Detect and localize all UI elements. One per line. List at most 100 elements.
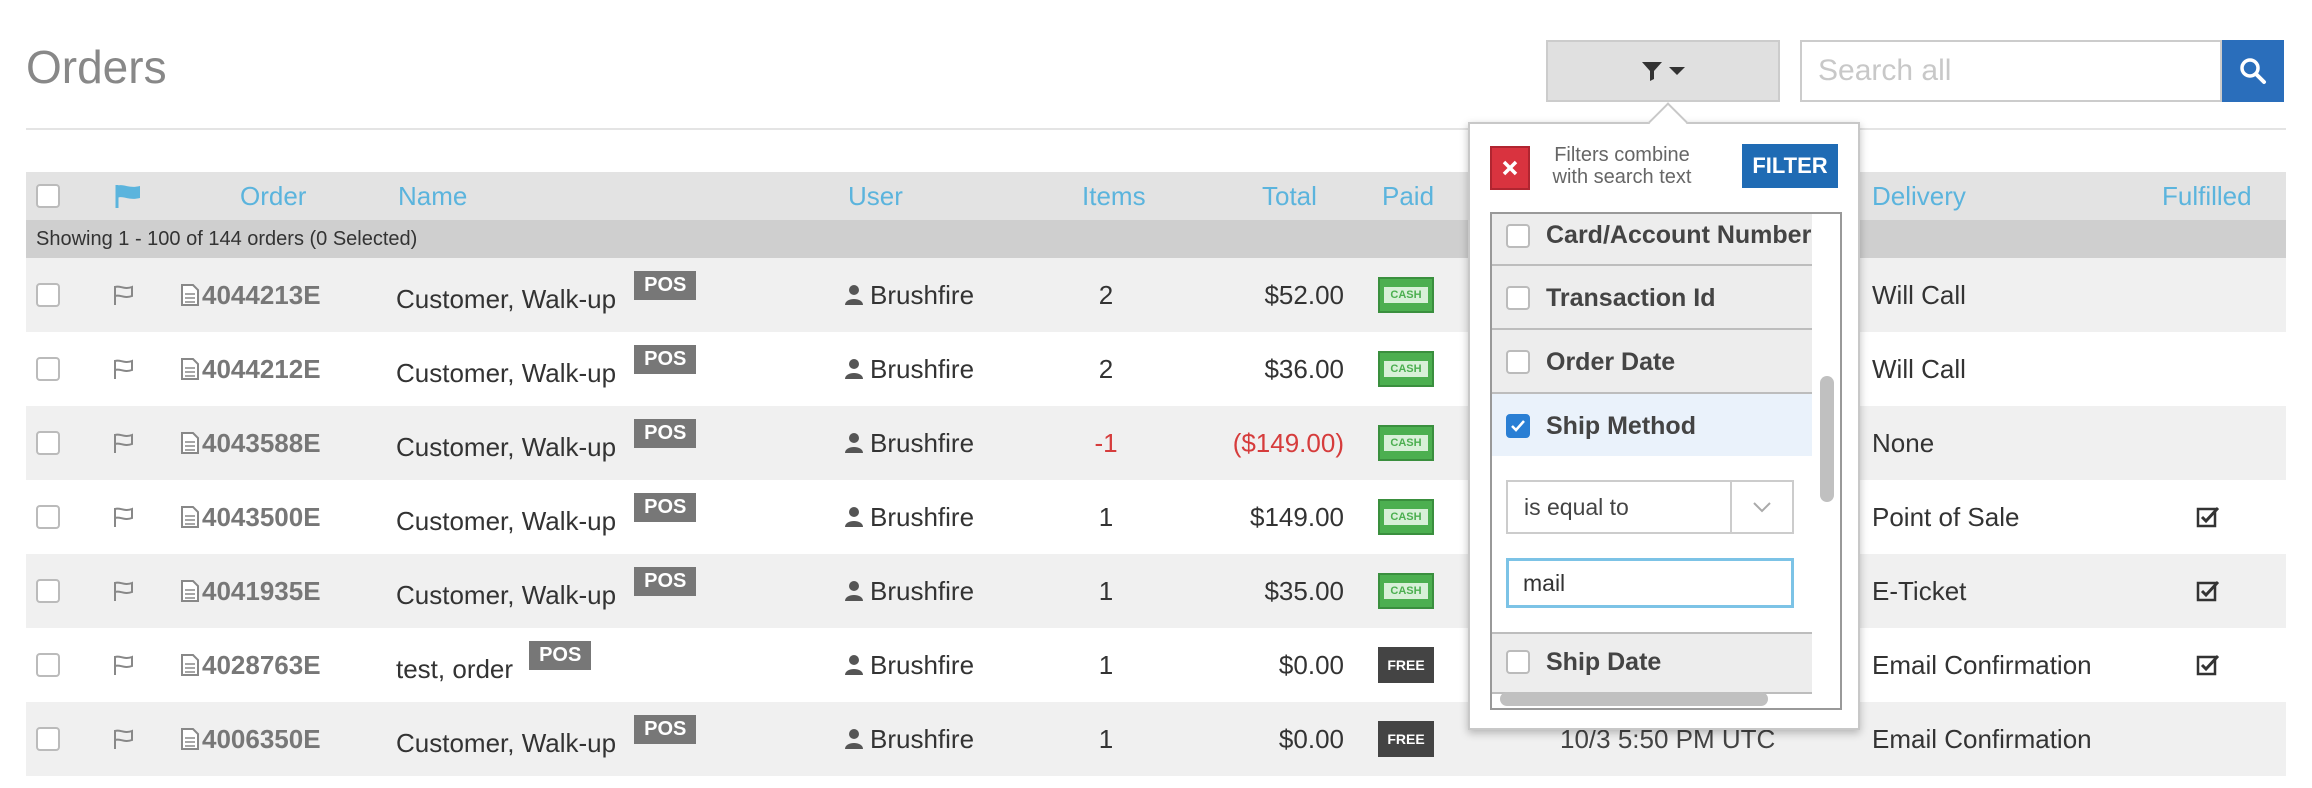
row-checkbox[interactable] <box>36 283 60 307</box>
free-payment-icon: FREE <box>1378 647 1434 683</box>
row-checkbox[interactable] <box>36 653 60 677</box>
column-header-name[interactable]: Name <box>398 172 467 220</box>
flag-header[interactable] <box>114 172 142 220</box>
filter-option-label: Transaction Id <box>1546 284 1716 312</box>
pos-badge: POS <box>634 270 697 300</box>
customer-name[interactable]: Customer, Walk-up <box>396 506 616 537</box>
filter-option-label: Card/Account Number <box>1546 221 1812 249</box>
user-name[interactable]: Brushfire <box>870 280 974 311</box>
cash-payment-icon: CASH <box>1378 573 1434 609</box>
vertical-scrollbar[interactable] <box>1820 376 1834 502</box>
row-checkbox[interactable] <box>36 579 60 603</box>
order-link[interactable]: 4028763E <box>202 650 321 681</box>
pos-badge: POS <box>634 492 697 522</box>
customer-name[interactable]: test, order <box>396 654 513 685</box>
apply-filter-button[interactable]: FILTER <box>1742 144 1838 188</box>
flag-outline-icon[interactable] <box>112 728 134 750</box>
order-link[interactable]: 4043588E <box>202 428 321 459</box>
column-header-delivery[interactable]: Delivery <box>1872 172 1966 220</box>
table-row[interactable]: 4044212E Customer, Walk-up POS Brushfire 2 $3… <box>26 332 2286 406</box>
filter-option-label: Ship Date <box>1546 648 1662 676</box>
checked-box-icon[interactable] <box>2196 579 2220 603</box>
user-name[interactable]: Brushfire <box>870 650 974 681</box>
popover-arrow <box>1648 102 1688 142</box>
close-filter-button[interactable] <box>1490 146 1530 190</box>
column-header-user[interactable]: User <box>848 172 903 220</box>
checked-box-icon[interactable] <box>2196 505 2220 529</box>
select-all-checkbox[interactable] <box>36 184 60 208</box>
column-header-total[interactable]: Total <box>1262 172 1317 220</box>
order-link[interactable]: 4043500E <box>202 502 321 533</box>
flag-outline-icon[interactable] <box>112 506 134 528</box>
horizontal-scrollbar[interactable] <box>1500 692 1768 706</box>
table-row[interactable]: 4044213E Customer, Walk-up POS Brushfire 2 $5… <box>26 258 2286 332</box>
item-count: 2 <box>1098 353 1114 384</box>
filter-option[interactable]: Card/Account Number <box>1492 214 1812 266</box>
item-count: 1 <box>1098 575 1114 606</box>
table-row[interactable]: 4043500E Customer, Walk-up POS Brushfire 1 $1… <box>26 480 2286 554</box>
row-checkbox[interactable] <box>36 727 60 751</box>
customer-name[interactable]: Customer, Walk-up <box>396 432 616 463</box>
user-name[interactable]: Brushfire <box>870 354 974 385</box>
order-link[interactable]: 4041935E <box>202 576 321 607</box>
paid-label: CASH <box>1383 434 1429 452</box>
order-link[interactable]: 4044213E <box>202 280 321 311</box>
customer-name[interactable]: Customer, Walk-up <box>396 284 616 315</box>
search-input[interactable] <box>1800 40 2222 102</box>
delivery-method: Email Confirmation <box>1872 649 2092 680</box>
free-payment-icon: FREE <box>1378 721 1434 757</box>
operator-select[interactable]: is equal to <box>1506 480 1794 534</box>
customer-name[interactable]: Customer, Walk-up <box>396 358 616 389</box>
table-row[interactable]: 4006350E Customer, Walk-up POS Brushfire 1 $0… <box>26 702 2286 776</box>
filter-option-checkbox[interactable] <box>1506 650 1530 674</box>
search-icon <box>2240 58 2266 84</box>
column-header-items[interactable]: Items <box>1082 172 1146 220</box>
user-name[interactable]: Brushfire <box>870 724 974 755</box>
filter-option[interactable]: Ship Date <box>1492 632 1812 694</box>
order-link[interactable]: 4006350E <box>202 724 321 755</box>
search-button[interactable] <box>2222 40 2284 102</box>
column-header-fulfilled[interactable]: Fulfilled <box>2162 172 2252 220</box>
user-name[interactable]: Brushfire <box>870 428 974 459</box>
filter-options-list[interactable]: Card/Account Number Transaction Id Order… <box>1490 212 1842 710</box>
document-icon <box>181 580 199 602</box>
divider <box>26 128 2286 130</box>
customer-name[interactable]: Customer, Walk-up <box>396 580 616 611</box>
order-link[interactable]: 4044212E <box>202 354 321 385</box>
flag-outline-icon[interactable] <box>112 580 134 602</box>
document-icon <box>181 506 199 528</box>
row-checkbox[interactable] <box>36 431 60 455</box>
user-name[interactable]: Brushfire <box>870 576 974 607</box>
filter-popover: Filters combine with search text FILTER … <box>1468 102 1860 730</box>
table-row[interactable]: 4043588E Customer, Walk-up POS Brushfire -1 (… <box>26 406 2286 480</box>
filter-option-checkbox[interactable] <box>1506 224 1530 248</box>
flag-outline-icon[interactable] <box>112 432 134 454</box>
filter-option-checkbox[interactable] <box>1506 414 1530 438</box>
filter-option[interactable]: Transaction Id <box>1492 266 1812 330</box>
order-total: $0.00 <box>1278 723 1344 754</box>
flag-outline-icon[interactable] <box>112 284 134 306</box>
column-header-order[interactable]: Order <box>240 172 306 220</box>
filter-value-input[interactable] <box>1506 558 1794 608</box>
table-row[interactable]: 4041935E Customer, Walk-up POS Brushfire 1 $3… <box>26 554 2286 628</box>
user-name[interactable]: Brushfire <box>870 502 974 533</box>
document-icon <box>181 432 199 454</box>
row-checkbox[interactable] <box>36 505 60 529</box>
filter-option-checkbox[interactable] <box>1506 350 1530 374</box>
table-row[interactable]: 4028763E test, order POS Brushfire 1 $0.00 FRE… <box>26 628 2286 702</box>
filter-option[interactable]: Ship Method <box>1492 394 1812 456</box>
checkmark-icon <box>1511 420 1525 432</box>
customer-name[interactable]: Customer, Walk-up <box>396 728 616 759</box>
filter-toggle-button[interactable] <box>1546 40 1780 102</box>
column-header-paid[interactable]: Paid <box>1382 172 1434 220</box>
row-checkbox[interactable] <box>36 357 60 381</box>
table-header: Order Name User Items Total Paid Deliver… <box>26 172 2286 220</box>
filter-option[interactable]: Order Date <box>1492 330 1812 394</box>
flag-outline-icon[interactable] <box>112 654 134 676</box>
checked-box-icon[interactable] <box>2196 653 2220 677</box>
filter-option-label: Order Date <box>1546 348 1676 376</box>
item-count: 1 <box>1098 501 1114 532</box>
item-count: 1 <box>1098 723 1114 754</box>
flag-outline-icon[interactable] <box>112 358 134 380</box>
filter-option-checkbox[interactable] <box>1506 286 1530 310</box>
